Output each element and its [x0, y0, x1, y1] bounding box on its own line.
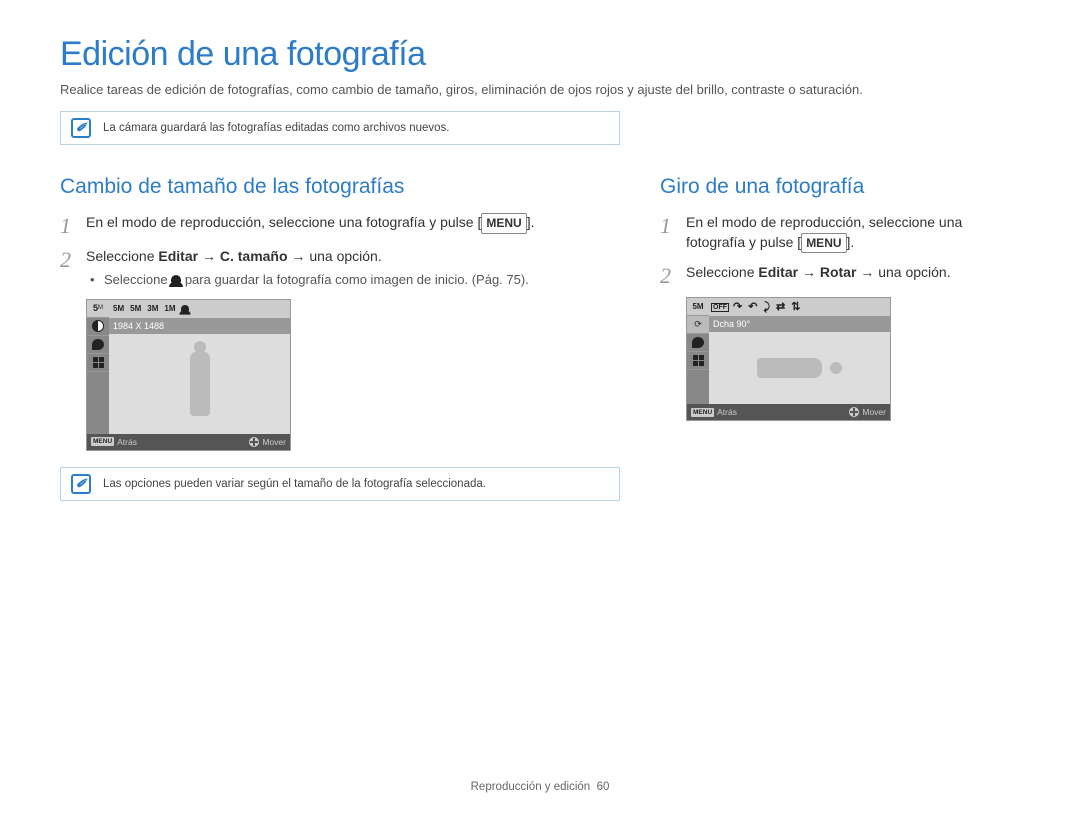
text: Seleccione — [104, 272, 171, 287]
person-silhouette-rotated-icon — [757, 354, 842, 382]
sidebar-spacer — [687, 370, 709, 404]
rotate-step-1: 1 En el modo de reproducción, seleccione… — [660, 213, 1020, 253]
move-label: Mover — [262, 437, 286, 447]
resize-icon: 5M — [87, 300, 109, 318]
footer-page-number: 60 — [597, 781, 610, 793]
text: Seleccione — [86, 248, 158, 264]
column-rotate: Giro de una fotografía 1 En el modo de r… — [660, 175, 1020, 531]
rotate-left-icon: ↶ — [746, 301, 759, 314]
dpad-icon — [849, 407, 859, 417]
move-label: Mover — [862, 407, 886, 417]
screen-infobar: 1984 X 1488 — [109, 318, 290, 334]
sub-bullet: • Seleccione para guardar la fotografía … — [86, 271, 620, 289]
text: para guardar la fotografía como imagen d… — [181, 272, 529, 287]
resize-step-1: 1 En el modo de reproducción, seleccione… — [60, 213, 620, 237]
size-opt: 1M — [162, 303, 177, 314]
menu-chip-icon: MENU — [691, 408, 714, 417]
flip-v-icon: ⇅ — [789, 301, 802, 314]
step-number: 1 — [60, 213, 86, 237]
screen-topbar: 5M 5M 3M 1M — [109, 300, 290, 318]
text: ]. — [847, 234, 855, 250]
portrait-icon — [171, 275, 181, 285]
size-icon: 5M — [687, 298, 709, 316]
footer-section: Reproducción y edición — [471, 781, 591, 793]
bold: C. tamaño — [220, 248, 288, 264]
resize-step-2: 2 Seleccione Editar → C. tamaño → una op… — [60, 247, 620, 289]
contrast-icon — [87, 318, 109, 336]
menu-key: MENU — [801, 233, 846, 254]
rotate-180-icon: ⤸ — [761, 301, 772, 314]
screen-infobar: Dcha 90° — [709, 316, 890, 332]
text: En el modo de reproducción, seleccione u… — [86, 214, 481, 230]
bold: Editar — [158, 248, 198, 264]
text: → una opción. — [856, 264, 950, 280]
rotate-step-2: 2 Seleccione Editar → Rotar → una opción… — [660, 263, 1020, 287]
size-opt: 3M — [145, 303, 160, 314]
off-opt: OFF — [711, 303, 729, 312]
sidebar-spacer — [87, 372, 109, 434]
person-silhouette-icon — [186, 341, 214, 426]
screen-topbar: OFF ↷ ↶ ⤸ ⇄ ⇅ — [709, 298, 890, 316]
note-saved-as-new: ✐ La cámara guardará las fotografías edi… — [60, 111, 620, 145]
page-title: Edición de una fotografía — [60, 35, 1020, 74]
text: Seleccione — [686, 264, 758, 280]
text: → una opción. — [288, 248, 382, 264]
step-body: Seleccione Editar → C. tamaño → una opci… — [86, 247, 620, 289]
portrait-icon — [181, 305, 189, 313]
step-body: En el modo de reproducción, seleccione u… — [86, 213, 620, 237]
arrow-icon: → — [798, 264, 820, 280]
rotate-icon: ⟳ — [687, 316, 709, 334]
camera-screen-resize: 5M 5M 5M 3M 1M 1984 X 1488 — [86, 299, 291, 451]
column-resize: Cambio de tamaño de las fotografías 1 En… — [60, 175, 620, 531]
step-number: 2 — [60, 247, 86, 289]
note-options-vary: ✐ Las opciones pueden variar según el ta… — [60, 467, 620, 501]
size-opt: 5M — [111, 303, 126, 314]
screen-preview — [709, 332, 890, 404]
bold: Rotar — [820, 264, 857, 280]
intro-text: Realice tareas de edición de fotografías… — [60, 82, 1020, 97]
screen-bottombar: MENU Atrás Mover — [687, 404, 890, 420]
screen-bottombar: MENU Atrás Mover — [87, 434, 290, 450]
note-icon: ✐ — [71, 474, 91, 494]
back-label: Atrás — [717, 407, 737, 417]
flip-h-icon: ⇄ — [774, 301, 787, 314]
grid-icon — [687, 352, 709, 370]
bullet-text: Seleccione para guardar la fotografía co… — [104, 271, 529, 289]
bullet-dot-icon: • — [90, 271, 104, 289]
step-number: 2 — [660, 263, 686, 287]
note-text: La cámara guardará las fotografías edita… — [103, 122, 449, 134]
note-icon: ✐ — [71, 118, 91, 138]
heading-rotate: Giro de una fotografía — [660, 175, 1020, 199]
step-number: 1 — [660, 213, 686, 253]
palette-icon — [687, 334, 709, 352]
bold: Editar — [758, 264, 798, 280]
screen-main: 5M 5M 3M 1M 1984 X 1488 — [109, 300, 290, 434]
back-label: Atrás — [117, 437, 137, 447]
heading-resize: Cambio de tamaño de las fotografías — [60, 175, 620, 199]
dpad-icon — [249, 437, 259, 447]
page-footer: Reproducción y edición 60 — [0, 781, 1080, 793]
size-opt: 5M — [128, 303, 143, 314]
grid-icon — [87, 354, 109, 372]
palette-icon — [87, 336, 109, 354]
camera-screen-rotate: 5M ⟳ OFF ↷ ↶ ⤸ ⇄ ⇅ Dcha 90° — [686, 297, 891, 421]
screen-main: OFF ↷ ↶ ⤸ ⇄ ⇅ Dcha 90° — [709, 298, 890, 404]
menu-key: MENU — [481, 213, 526, 234]
arrow-icon: → — [198, 248, 220, 264]
menu-chip-icon: MENU — [91, 437, 114, 446]
step-body: En el modo de reproducción, seleccione u… — [686, 213, 1020, 253]
screen-sidebar: 5M — [87, 300, 109, 434]
screen-sidebar: 5M ⟳ — [687, 298, 709, 404]
screen-preview — [109, 334, 290, 434]
rotate-right-icon: ↷ — [731, 301, 744, 314]
step-body: Seleccione Editar → Rotar → una opción. — [686, 263, 1020, 287]
note-text: Las opciones pueden variar según el tama… — [103, 478, 486, 490]
text: ]. — [527, 214, 535, 230]
